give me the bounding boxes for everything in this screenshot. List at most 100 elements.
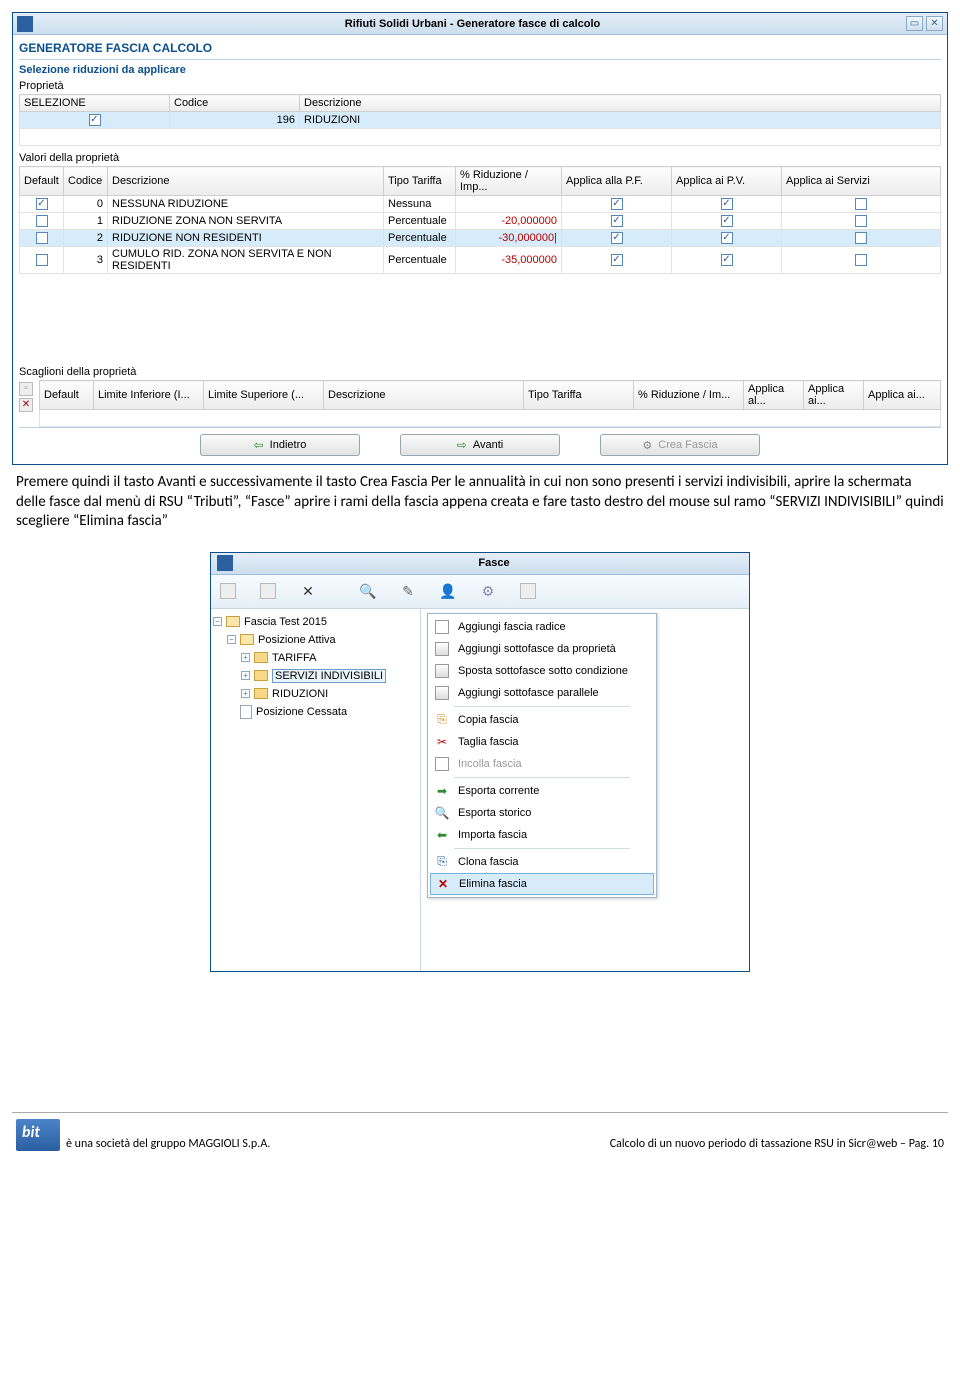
default-checkbox[interactable] xyxy=(36,215,48,227)
expand-icon[interactable]: + xyxy=(241,671,250,680)
values-row[interactable]: 0NESSUNA RIDUZIONENessuna xyxy=(20,196,941,213)
toolbar-icon-8[interactable] xyxy=(517,580,539,602)
col-descrizione[interactable]: Descrizione xyxy=(300,95,941,112)
col-serv[interactable]: Applica ai Servizi xyxy=(782,167,941,196)
sc-limsup[interactable]: Limite Superiore (... xyxy=(204,381,324,410)
row-codice: 3 xyxy=(64,247,108,274)
sc-perc[interactable]: % Riduzione / Im... xyxy=(634,381,744,410)
serv-checkbox[interactable] xyxy=(855,232,867,244)
menu-item[interactable]: Aggiungi sottofasce da proprietà xyxy=(430,638,654,660)
toolbar-icon-2[interactable] xyxy=(257,580,279,602)
sc-default[interactable]: Default xyxy=(40,381,94,410)
tree-label: TARIFFA xyxy=(272,652,316,664)
menu-item[interactable]: ⎘Clona fascia xyxy=(430,851,654,873)
back-button[interactable]: ⇦Indietro xyxy=(200,434,360,456)
row-checkbox[interactable] xyxy=(89,114,101,126)
row-codice: 1 xyxy=(64,213,108,230)
default-checkbox[interactable] xyxy=(36,232,48,244)
tree-item[interactable]: Posizione Cessata xyxy=(213,703,418,721)
col-perc[interactable]: % Riduzione / Imp... xyxy=(456,167,562,196)
property-row[interactable]: 196 RIDUZIONI xyxy=(20,112,941,129)
pf-checkbox[interactable] xyxy=(611,232,623,244)
default-checkbox[interactable] xyxy=(36,198,48,210)
expand-icon[interactable]: + xyxy=(241,653,250,662)
menu-icon: ⎘ xyxy=(434,854,450,870)
add-row-icon[interactable]: ▫ xyxy=(19,382,33,396)
toolbar-search-icon[interactable]: 🔍 xyxy=(357,580,379,602)
values-row[interactable]: 3CUMULO RID. ZONA NON SERVITA E NON RESI… xyxy=(20,247,941,274)
col-codice[interactable]: Codice xyxy=(170,95,300,112)
menu-icon: ✕ xyxy=(435,876,451,892)
empty-space-2 xyxy=(19,274,941,364)
pf-checkbox[interactable] xyxy=(611,254,623,266)
menu-item[interactable]: ⎘Copia fascia xyxy=(430,709,654,731)
menu-item[interactable]: Aggiungi fascia radice xyxy=(430,616,654,638)
sc-liminf[interactable]: Limite Inferiore (I... xyxy=(94,381,204,410)
pv-checkbox[interactable] xyxy=(721,215,733,227)
toolbar-icon-1[interactable] xyxy=(217,580,239,602)
close-button[interactable]: ✕ xyxy=(926,16,943,31)
default-checkbox[interactable] xyxy=(36,254,48,266)
delete-row-icon[interactable]: ✕ xyxy=(19,398,33,412)
serv-checkbox[interactable] xyxy=(855,215,867,227)
col-pv[interactable]: Applica ai P.V. xyxy=(672,167,782,196)
menu-item[interactable]: ✂Taglia fascia xyxy=(430,731,654,753)
pv-checkbox[interactable] xyxy=(721,232,733,244)
expand-icon[interactable]: − xyxy=(213,617,222,626)
expand-icon[interactable]: + xyxy=(241,689,250,698)
arrow-right-icon: ⇨ xyxy=(457,438,467,452)
create-button[interactable]: ⚙ Crea Fascia xyxy=(600,434,760,456)
toolbar-delete-icon[interactable]: ✕ xyxy=(297,580,319,602)
serv-checkbox[interactable] xyxy=(855,198,867,210)
fasce-dialog: Fasce ✕ 🔍 ✎ 👤 ⚙ −Fascia Test 2015−Posizi… xyxy=(210,552,750,972)
menu-icon: ➡ xyxy=(434,783,450,799)
col-codice2[interactable]: Codice xyxy=(64,167,108,196)
menu-item[interactable]: Sposta sottofasce sotto condizione xyxy=(430,660,654,682)
col-selezione[interactable]: SELEZIONE xyxy=(20,95,170,112)
menu-item[interactable]: ➡ Esporta corrente xyxy=(430,780,654,802)
menu-item[interactable]: Aggiungi sottofasce parallele xyxy=(430,682,654,704)
pf-checkbox[interactable] xyxy=(611,198,623,210)
tree-item[interactable]: +RIDUZIONI xyxy=(213,685,418,703)
tree-item[interactable]: +SERVIZI INDIVISIBILI xyxy=(213,667,418,685)
serv-checkbox[interactable] xyxy=(855,254,867,266)
fasce-tree[interactable]: −Fascia Test 2015−Posizione Attiva + TARIF… xyxy=(211,609,421,971)
toolbar-user-icon[interactable]: 👤 xyxy=(437,580,459,602)
col-pf[interactable]: Applica alla P.F. xyxy=(562,167,672,196)
values-row[interactable]: 1RIDUZIONE ZONA NON SERVITAPercentuale-2… xyxy=(20,213,941,230)
row-tipo: Nessuna xyxy=(384,196,456,213)
menu-item[interactable]: ✕Elimina fascia xyxy=(430,873,654,895)
sc-descr[interactable]: Descrizione xyxy=(324,381,524,410)
sc-tipo[interactable]: Tipo Tariffa xyxy=(524,381,634,410)
col-default[interactable]: Default xyxy=(20,167,64,196)
row-perc: -20,000000 xyxy=(456,213,562,230)
menu-icon: 🔍 xyxy=(434,805,450,821)
tree-item[interactable]: −Fascia Test 2015 xyxy=(213,613,418,631)
sc-a2[interactable]: Applica ai... xyxy=(804,381,864,410)
next-button[interactable]: ⇨Avanti xyxy=(400,434,560,456)
create-label: Crea Fascia xyxy=(658,439,717,451)
maximize-button[interactable]: ▭ xyxy=(906,16,923,31)
menu-item[interactable]: 🔍Esporta storico xyxy=(430,802,654,824)
folder-icon xyxy=(240,634,254,645)
col-tipo[interactable]: Tipo Tariffa xyxy=(384,167,456,196)
menu-item[interactable]: ⬅Importa fascia xyxy=(430,824,654,846)
bit-logo xyxy=(16,1119,60,1151)
sc-a1[interactable]: Applica al... xyxy=(744,381,804,410)
pv-checkbox[interactable] xyxy=(721,198,733,210)
pf-checkbox[interactable] xyxy=(611,215,623,227)
gear-icon: ⚙ xyxy=(642,439,652,452)
sc-a3[interactable]: Applica ai... xyxy=(864,381,941,410)
row-perc: -35,000000 xyxy=(456,247,562,274)
values-row[interactable]: 2RIDUZIONE NON RESIDENTIPercentuale-30,0… xyxy=(20,230,941,247)
expand-icon[interactable]: − xyxy=(227,635,236,644)
tree-item[interactable]: −Posizione Attiva xyxy=(213,631,418,649)
back-label: Indietro xyxy=(270,439,307,451)
section-label: Selezione riduzioni da applicare xyxy=(19,64,941,76)
menu-label: Esporta corrente xyxy=(458,785,539,797)
toolbar-gear-icon[interactable]: ⚙ xyxy=(477,580,499,602)
pv-checkbox[interactable] xyxy=(721,254,733,266)
col-descrizione2[interactable]: Descrizione xyxy=(108,167,384,196)
tree-item[interactable]: + TARIFFA xyxy=(213,649,418,667)
toolbar-edit-icon[interactable]: ✎ xyxy=(397,580,419,602)
